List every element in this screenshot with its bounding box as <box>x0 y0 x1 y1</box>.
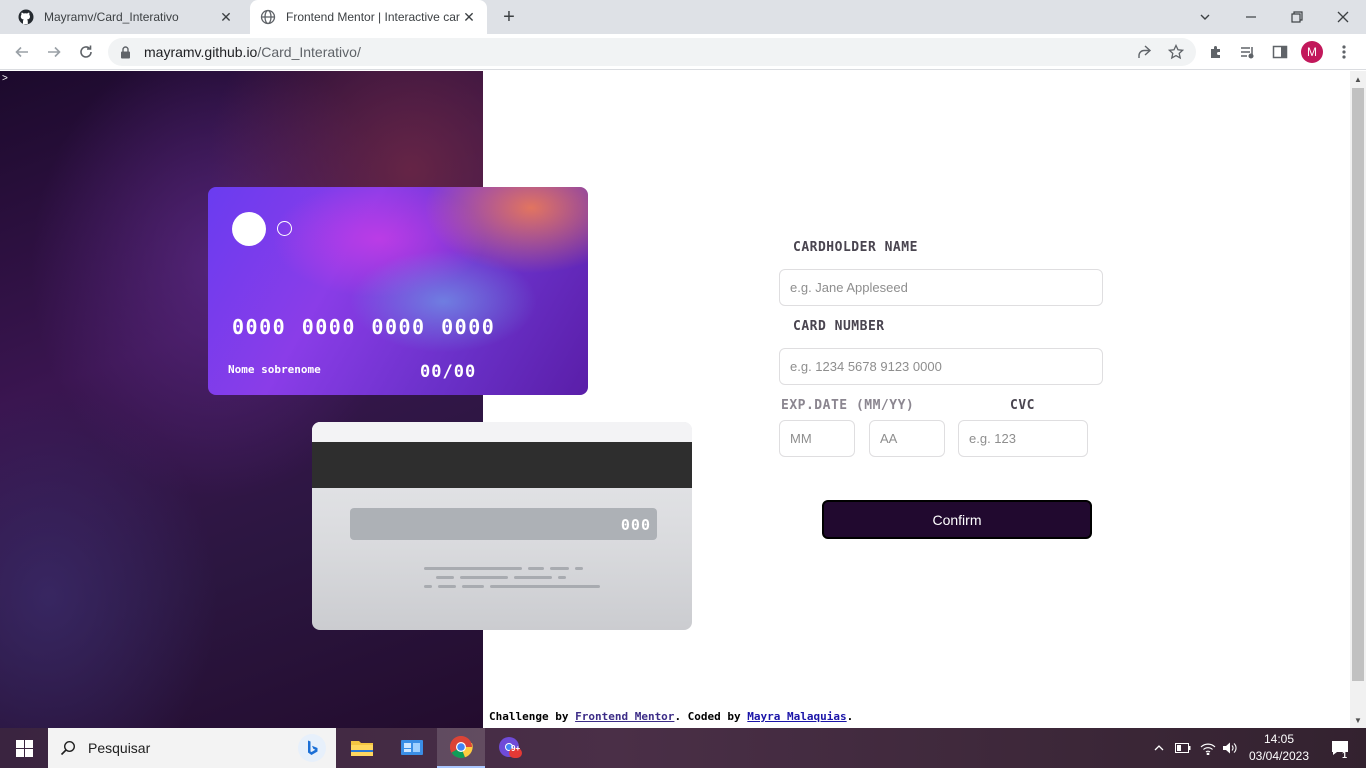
control-panel-icon[interactable] <box>388 728 436 768</box>
cardholder-name-input[interactable] <box>779 269 1103 306</box>
card-back-pattern <box>436 576 566 579</box>
tab-title: Frontend Mentor | Interactive car <box>286 10 460 24</box>
cvc-input[interactable] <box>958 420 1088 457</box>
tab-title: Mayramv/Card_Interativo <box>44 10 179 24</box>
notification-badge: 9+ <box>511 744 521 753</box>
reload-button[interactable] <box>72 38 100 66</box>
taskbar-search-box[interactable]: Pesquisar <box>48 728 336 768</box>
chrome-icon[interactable] <box>437 728 485 768</box>
file-explorer-icon[interactable] <box>338 728 386 768</box>
card-back-pattern <box>424 567 583 570</box>
wifi-icon[interactable] <box>1198 738 1218 758</box>
author-link[interactable]: Mayra Malaquias <box>747 710 846 723</box>
windows-taskbar: Pesquisar 9+ 14:05 03/04/2023 1 <box>0 728 1366 768</box>
expiry-display: 00/00 <box>420 362 477 382</box>
search-placeholder: Pesquisar <box>88 740 151 756</box>
page-scrollbar[interactable]: ▲ ▼ <box>1350 71 1366 728</box>
tab-frontend-mentor[interactable]: Frontend Mentor | Interactive car ✕ <box>250 0 487 34</box>
close-window-button[interactable] <box>1320 0 1366 34</box>
url-host: mayramv.github.io <box>144 44 258 60</box>
bing-chat-icon[interactable] <box>298 734 326 762</box>
forward-button[interactable] <box>40 38 68 66</box>
extensions-puzzle-icon[interactable] <box>1206 42 1226 62</box>
attribution-middle: . Coded by <box>674 710 748 723</box>
search-icon <box>60 740 76 756</box>
system-clock[interactable]: 14:05 03/04/2023 <box>1240 731 1318 765</box>
card-number-display: 0000 0000 0000 0000 <box>232 315 496 339</box>
bookmark-star-icon[interactable] <box>1166 42 1186 62</box>
scrollbar-thumb[interactable] <box>1352 88 1364 681</box>
exp-year-input[interactable] <box>869 420 945 457</box>
page-viewport: > 0000 0000 0000 0000 Nome sobrenome 00/… <box>0 71 1350 728</box>
address-bar[interactable]: mayramv.github.io/Card_Interativo/ <box>108 38 1196 66</box>
media-queue-icon[interactable] <box>1238 42 1258 62</box>
card-front-preview: 0000 0000 0000 0000 Nome sobrenome 00/00 <box>208 187 588 395</box>
url-path: /Card_Interativo/ <box>257 44 361 60</box>
clock-time: 14:05 <box>1263 732 1295 746</box>
close-tab-icon[interactable]: ✕ <box>218 9 234 25</box>
clock-date: 03/04/2023 <box>1248 749 1310 763</box>
exp-month-input[interactable] <box>779 420 855 457</box>
tab-search-chevron-icon[interactable] <box>1182 0 1228 34</box>
volume-icon[interactable] <box>1220 738 1240 758</box>
lock-icon <box>120 45 134 59</box>
magnetic-stripe <box>312 442 692 488</box>
cvc-label: CVC <box>1010 398 1035 413</box>
battery-icon[interactable] <box>1173 738 1193 758</box>
cardholder-name-label: CARDHOLDER NAME <box>793 240 918 255</box>
attribution-suffix: . <box>846 710 854 723</box>
scroll-down-arrow-icon[interactable]: ▼ <box>1350 712 1366 728</box>
attribution: Challenge by Frontend Mentor. Coded by M… <box>489 710 853 723</box>
exp-date-label: EXP.DATE (MM/YY) <box>781 398 915 413</box>
cursor-mark: > <box>2 73 8 84</box>
tab-strip: Mayramv/Card_Interativo ✕ Frontend Mento… <box>0 0 1366 34</box>
tab-github-repo[interactable]: Mayramv/Card_Interativo ✕ <box>8 0 244 34</box>
card-number-label: CARD NUMBER <box>793 319 885 334</box>
card-logo-circle-filled <box>232 212 266 246</box>
cardholder-name-display: Nome sobrenome <box>228 363 321 376</box>
windows-logo-icon <box>15 739 33 757</box>
notification-count: 1 <box>1342 750 1348 760</box>
share-icon[interactable] <box>1134 42 1154 62</box>
minimize-button[interactable] <box>1228 0 1274 34</box>
confirm-button[interactable]: Confirm <box>822 500 1092 539</box>
card-back-top <box>312 422 692 442</box>
cvc-display: 000 <box>620 516 651 534</box>
chrome-profile-icon[interactable]: 9+ <box>486 728 534 768</box>
signature-strip: 000 <box>350 508 657 540</box>
restore-button[interactable] <box>1274 0 1320 34</box>
scroll-up-arrow-icon[interactable]: ▲ <box>1350 71 1366 87</box>
card-number-input[interactable] <box>779 348 1103 385</box>
start-button[interactable] <box>0 728 48 768</box>
profile-avatar[interactable]: M <box>1301 41 1323 63</box>
chevron-up-icon[interactable] <box>1149 738 1169 758</box>
github-icon <box>18 9 34 25</box>
notification-center-icon[interactable]: 1 <box>1320 728 1360 768</box>
menu-kebab-icon[interactable] <box>1334 42 1354 62</box>
frontend-mentor-link[interactable]: Frontend Mentor <box>575 710 674 723</box>
globe-icon <box>260 9 276 25</box>
back-button[interactable] <box>8 38 36 66</box>
attribution-prefix: Challenge by <box>489 710 576 723</box>
side-panel-icon[interactable] <box>1270 42 1290 62</box>
close-tab-icon[interactable]: ✕ <box>461 9 477 25</box>
card-logo-circle-outline <box>277 221 292 236</box>
card-back-pattern <box>424 585 600 588</box>
new-tab-button[interactable]: + <box>498 6 520 28</box>
card-back-preview: 000 <box>312 422 692 630</box>
browser-toolbar: mayramv.github.io/Card_Interativo/ M <box>0 34 1366 70</box>
